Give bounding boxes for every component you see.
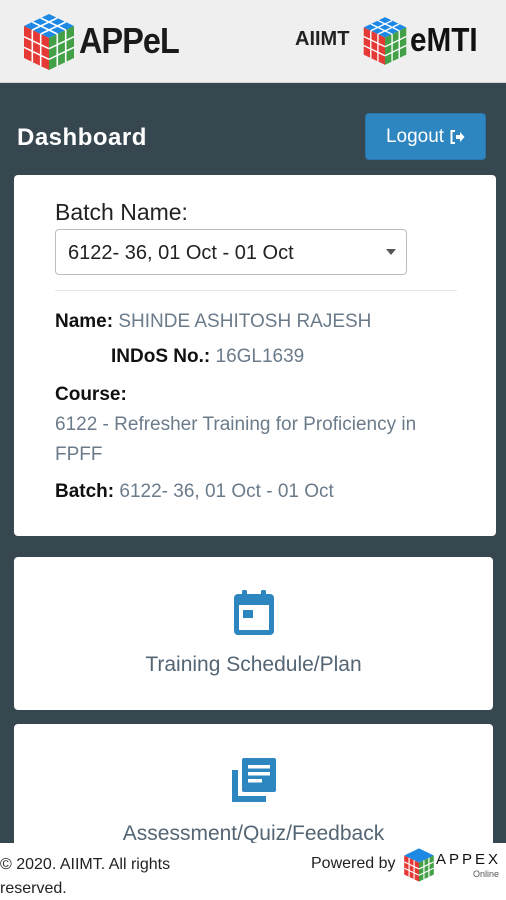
footer: © 2020. AIIMT. All rights reserved. Powe… xyxy=(0,843,506,900)
course-label: Course: xyxy=(55,384,127,405)
caret-down-icon xyxy=(386,249,396,255)
emti-logo-text: eMTI xyxy=(410,21,478,58)
logout-button-label: Logout xyxy=(385,125,445,147)
indos-value: 16GL1639 xyxy=(215,346,305,367)
batch-name-label: Batch Name: xyxy=(55,199,188,225)
assessment-card[interactable]: Assessment/Quiz/Feedback xyxy=(14,724,493,854)
indos-label: INDoS No.: xyxy=(111,346,211,367)
calendar-icon xyxy=(233,590,274,635)
training-schedule-label: Training Schedule/Plan xyxy=(145,653,362,676)
rubiks-cube-icon xyxy=(363,17,407,65)
sign-out-icon xyxy=(450,129,465,144)
app-header: APPeL AIIMT eMTI xyxy=(0,0,506,83)
rubiks-cube-icon xyxy=(23,14,75,70)
course-value: 6122 - Refresher Training for Proficienc… xyxy=(55,414,417,465)
aiimt-label: AIIMT xyxy=(295,28,350,50)
appex-brand-sub: Online xyxy=(473,869,500,879)
batch-label: Batch: xyxy=(55,481,115,502)
course-row: Course: xyxy=(55,384,127,406)
batch-select-value: 6122- 36, 01 Oct - 01 Oct xyxy=(68,242,294,264)
page-title: Dashboard xyxy=(17,124,147,151)
powered-by-text: Powered by xyxy=(311,855,396,872)
training-schedule-card[interactable]: Training Schedule/Plan xyxy=(14,557,493,710)
document-stack-icon xyxy=(231,758,276,802)
batch-value: 6122- 36, 01 Oct - 01 Oct xyxy=(119,481,334,502)
divider xyxy=(55,290,457,291)
batch-info-card: Batch Name: 6122- 36, 01 Oct - 01 Oct Na… xyxy=(14,175,496,536)
name-row: Name: SHINDE ASHITOSH RAJESH xyxy=(55,311,371,333)
logout-button[interactable]: Logout xyxy=(365,113,486,160)
name-label: Name: xyxy=(55,311,114,332)
name-value: SHINDE ASHITOSH RAJESH xyxy=(118,311,372,332)
batch-row: Batch: 6122- 36, 01 Oct - 01 Oct xyxy=(55,481,334,503)
appel-logo-text: APPeL xyxy=(79,20,180,61)
indos-row: INDoS No.: 16GL1639 xyxy=(111,346,304,368)
appex-logo[interactable]: APPEX Online xyxy=(403,845,506,885)
batch-select[interactable]: 6122- 36, 01 Oct - 01 Oct xyxy=(55,229,407,275)
copyright-text: © 2020. AIIMT. All rights reserved. xyxy=(0,856,171,897)
appex-brand-text: APPEX xyxy=(436,851,502,868)
rubiks-cube-icon xyxy=(403,848,435,882)
